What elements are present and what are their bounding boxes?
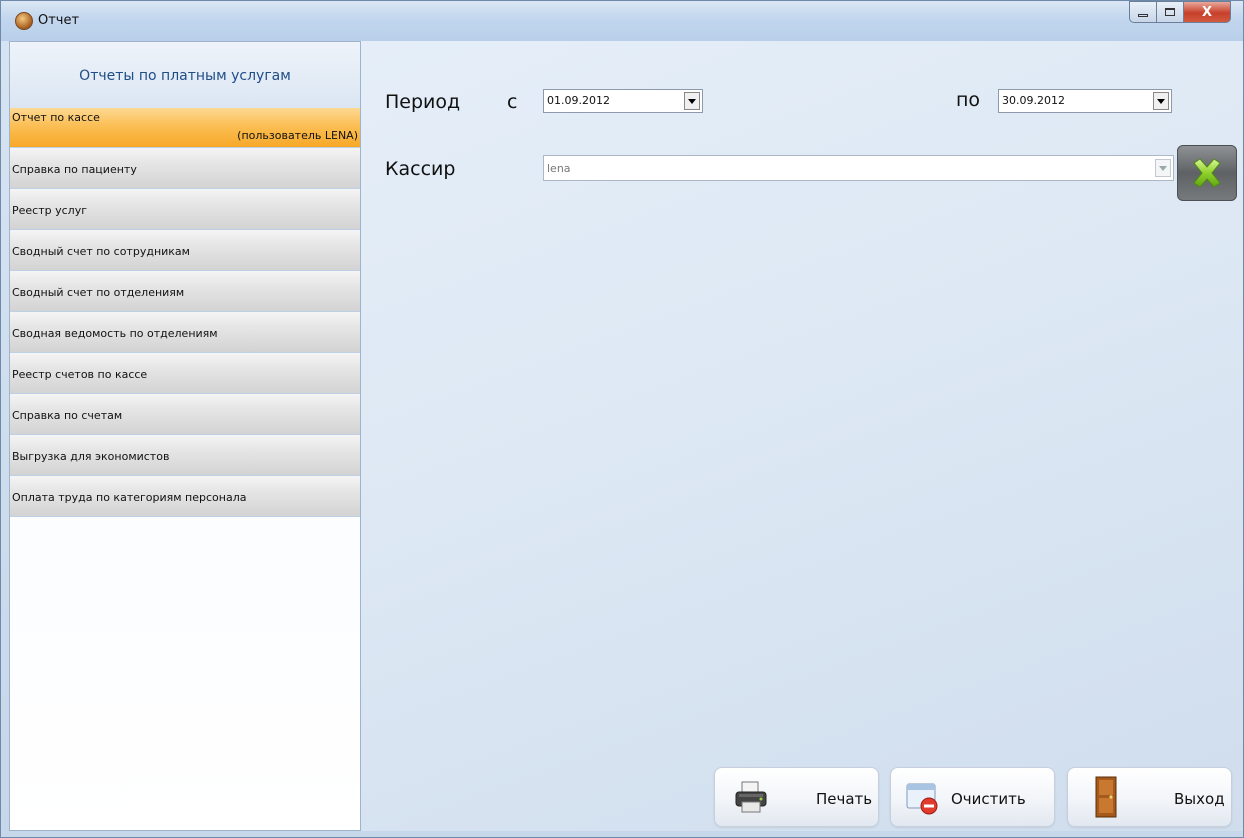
sidebar-item-services-register[interactable]: Реестр услуг [10,189,360,230]
sidebar-item-label: Сводный счет по сотрудникам [12,245,190,258]
app-icon [15,12,33,30]
sidebar-item-economist-export[interactable]: Выгрузка для экономистов [10,435,360,476]
to-label: по [956,89,981,111]
door-exit-icon [1095,776,1117,818]
sidebar-item-staff-summary[interactable]: Сводный счет по сотрудникам [10,230,360,271]
sidebar-item-payroll[interactable]: Оплата труда по категориям персонала [10,476,360,517]
sidebar-item-label: Отчет по кассе [12,111,100,124]
sidebar-item-label: Оплата труда по категориям персонала [12,491,247,504]
cashier-label: Кассир [385,158,456,180]
clear-cashier-button[interactable] [1177,145,1237,201]
clear-document-icon [906,783,938,815]
sidebar-item-label: Сводная ведомость по отделениям [12,327,218,340]
print-button[interactable]: Печать [714,767,879,827]
report-window: Отчет X Отчеты по платным услугам Отчет … [0,0,1244,838]
minimize-icon [1138,13,1148,17]
printer-icon [735,781,767,813]
report-sidebar: Отчеты по платным услугам Отчет по кассе… [9,41,361,831]
dropdown-arrow-icon[interactable] [1155,159,1171,177]
maximize-button[interactable] [1157,1,1184,23]
cashier-select[interactable]: lena [543,155,1174,181]
sidebar-item-label: Реестр счетов по кассе [12,368,148,381]
date-to-picker[interactable]: 30.09.2012 [998,89,1172,113]
window-controls: X [1129,1,1231,23]
print-label: Печать [816,790,873,808]
window-title: Отчет [38,13,80,28]
clear-label: Очистить [951,790,1026,808]
exit-label: Выход [1174,790,1225,808]
sidebar-item-patient-info[interactable]: Справка по пациенту [10,148,360,189]
sidebar-item-label: Справка по счетам [12,409,123,422]
close-icon: X [1201,4,1213,20]
sidebar-item-department-statement[interactable]: Сводная ведомость по отделениям [10,312,360,353]
title-bar[interactable]: Отчет X [1,1,1243,41]
date-to-value: 30.09.2012 [1002,94,1065,107]
sidebar-item-label: Выгрузка для экономистов [12,450,170,463]
sidebar-header: Отчеты по платным услугам [10,42,360,108]
sidebar-item-label: Реестр услуг [12,204,87,217]
close-button[interactable]: X [1184,1,1231,23]
dropdown-arrow-icon[interactable] [1153,92,1169,110]
sidebar-item-department-summary[interactable]: Сводный счет по отделениям [10,271,360,312]
sidebar-item-user: (пользователь LENA) [237,129,358,142]
from-label: с [507,91,518,113]
sidebar-item-label: Сводный счет по отделениям [12,286,185,299]
exit-button[interactable]: Выход [1067,767,1232,827]
cashier-value: lena [547,162,571,175]
sidebar-item-invoice-info[interactable]: Справка по счетам [10,394,360,435]
maximize-icon [1165,8,1175,16]
minimize-button[interactable] [1129,1,1157,23]
period-label: Период [385,91,461,113]
sidebar-item-invoice-register[interactable]: Реестр счетов по кассе [10,353,360,394]
sidebar-item-label: Справка по пациенту [12,163,137,176]
clear-x-icon [1193,158,1221,188]
dropdown-arrow-icon[interactable] [684,92,700,110]
clear-button[interactable]: Очистить [890,767,1055,827]
date-from-value: 01.09.2012 [547,94,610,107]
sidebar-item-cash-report[interactable]: Отчет по кассе (пользователь LENA) [10,108,360,148]
report-form: Период с 01.09.2012 по 30.09.2012 Кассир… [361,41,1243,831]
date-from-picker[interactable]: 01.09.2012 [543,89,703,113]
